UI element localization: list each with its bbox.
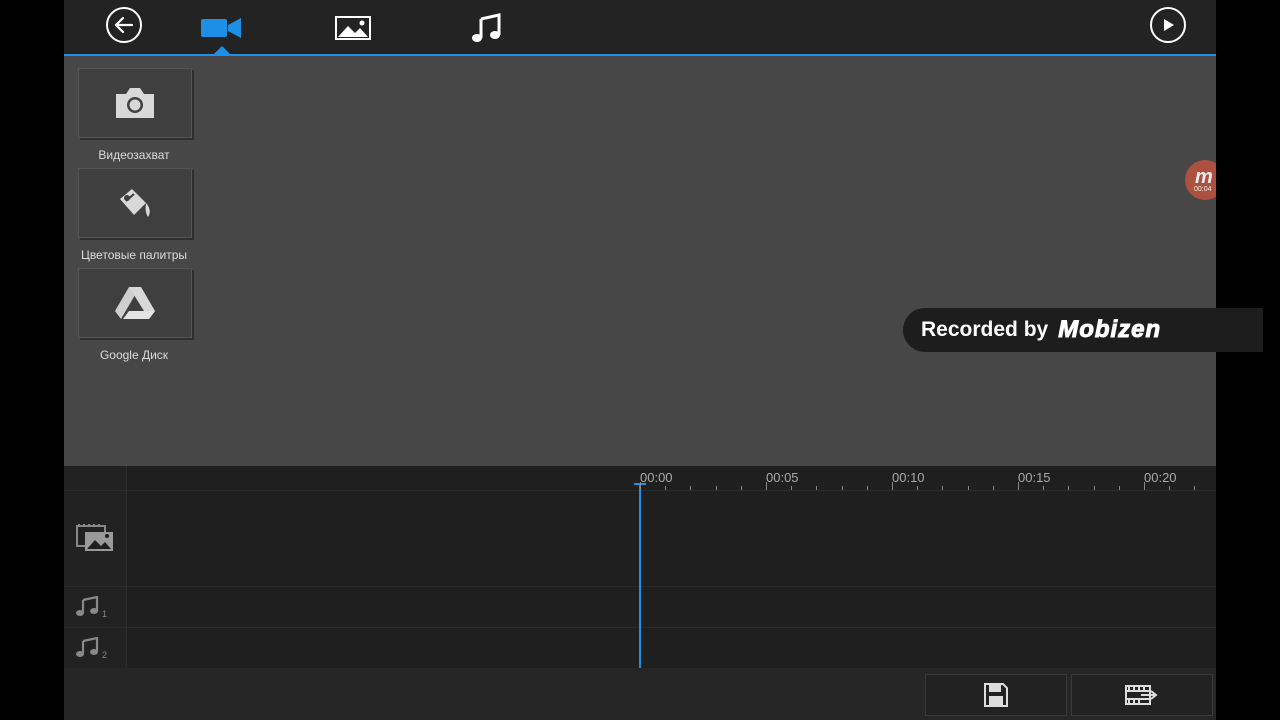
tab-music[interactable] [466, 8, 508, 48]
tick-label: 00:15 [1018, 470, 1051, 485]
minor-tick [1194, 486, 1196, 490]
minor-tick [841, 486, 843, 490]
recorded-by-banner: Recorded by Mobizen [903, 308, 1263, 352]
major-tick [640, 482, 641, 490]
media-item-label: Google Диск [99, 348, 169, 362]
minor-tick [1093, 486, 1095, 490]
tab-video[interactable] [198, 8, 244, 48]
mobizen-logo: Mobizen [1058, 316, 1162, 344]
music-note-icon [472, 13, 501, 42]
media-browser-panel: Видеозахват Цветовые палитры Google Диск [64, 56, 1216, 466]
minor-tick [816, 486, 818, 490]
track-number: 1 [102, 609, 108, 619]
google-drive-tile[interactable] [78, 268, 192, 338]
major-tick [1144, 482, 1145, 490]
minor-tick [740, 486, 742, 490]
track-headers: 1 2 [64, 466, 127, 668]
minor-tick [917, 486, 919, 490]
paint-bucket-icon [120, 189, 150, 217]
camera-icon [116, 88, 154, 118]
back-button[interactable] [106, 7, 142, 43]
media-item-google-drive[interactable]: Google Диск [78, 268, 196, 362]
media-item-video-capture[interactable]: Видеозахват [78, 68, 196, 162]
minor-tick [690, 486, 692, 490]
playhead[interactable] [639, 484, 641, 668]
bottom-toolbar [64, 668, 1216, 720]
media-item-color-palettes[interactable]: Цветовые палитры [78, 168, 196, 262]
app-window: Видеозахват Цветовые палитры Google Диск… [64, 0, 1216, 720]
image-icon [335, 16, 371, 40]
video-camera-icon [201, 18, 241, 38]
minor-tick [1169, 486, 1171, 490]
timeline[interactable]: 1 2 00:00 00:05 00:10 00:15 00:20 [64, 466, 1216, 668]
color-palettes-tile[interactable] [78, 168, 192, 238]
save-button[interactable] [925, 674, 1067, 716]
active-tab-indicator [214, 46, 230, 54]
recorder-timer: 00:04 [1194, 186, 1212, 193]
export-film-icon [1125, 685, 1158, 705]
track-number: 2 [102, 650, 108, 660]
minor-tick [715, 486, 717, 490]
minor-tick [942, 486, 944, 490]
major-tick [1018, 482, 1019, 490]
tick-label: 00:05 [766, 470, 799, 485]
minor-tick [1068, 486, 1070, 490]
major-tick [892, 482, 893, 490]
google-drive-icon [115, 287, 155, 319]
export-button[interactable] [1071, 674, 1213, 716]
save-icon [984, 683, 1008, 707]
media-item-label: Цветовые палитры [80, 248, 188, 262]
video-capture-tile[interactable] [78, 68, 192, 138]
minor-tick [866, 486, 868, 490]
music-track-2-icon: 2 [76, 636, 107, 662]
media-item-label: Видеозахват [98, 148, 170, 162]
film-image-icon [76, 524, 114, 557]
minor-tick [665, 486, 667, 490]
recorded-by-text: Recorded by [921, 318, 1049, 341]
tab-image[interactable] [332, 8, 374, 48]
tick-label: 00:10 [892, 470, 925, 485]
major-tick [766, 482, 767, 490]
music-track-1-icon: 1 [76, 595, 107, 621]
tick-label: 00:00 [640, 470, 673, 485]
minor-tick [1043, 486, 1045, 490]
arrow-left-icon [114, 16, 134, 34]
minor-tick [1118, 486, 1120, 490]
play-icon [1164, 19, 1174, 31]
minor-tick [992, 486, 994, 490]
minor-tick [791, 486, 793, 490]
minor-tick [967, 486, 969, 490]
tick-label: 00:20 [1144, 470, 1177, 485]
top-toolbar [64, 0, 1216, 56]
play-button[interactable] [1150, 7, 1186, 43]
